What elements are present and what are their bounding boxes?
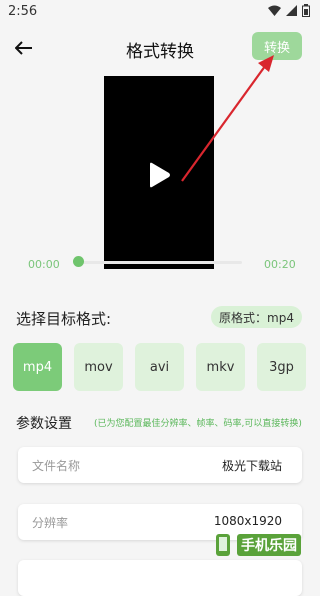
format-option-mp4[interactable]: mp4 bbox=[13, 343, 62, 391]
format-option-3gp[interactable]: 3gp bbox=[257, 343, 306, 391]
seek-bar[interactable] bbox=[78, 261, 242, 264]
status-bar: 2:56 bbox=[0, 0, 320, 24]
status-time: 2:56 bbox=[8, 4, 38, 19]
watermark-logo: 手机乐园 bbox=[212, 530, 310, 560]
params-hint: (已为您配置最佳分辨率、帧率、码率,可以直接转换) bbox=[94, 419, 302, 429]
duration-time: 00:20 bbox=[264, 258, 296, 271]
params-section-label: 参数设置 bbox=[16, 416, 72, 432]
format-option-mov[interactable]: mov bbox=[74, 343, 123, 391]
original-format-badge: 原格式：mp4 bbox=[211, 306, 302, 328]
format-options: mp4 mov avi mkv 3gp bbox=[13, 343, 306, 391]
play-icon[interactable] bbox=[147, 162, 171, 188]
resolution-label: 分辨率 bbox=[32, 516, 69, 530]
status-icons bbox=[268, 4, 310, 17]
phone-logo-icon bbox=[216, 534, 230, 556]
filename-field[interactable]: 文件名称 极光下载站 bbox=[18, 447, 302, 483]
convert-button[interactable]: 转换 bbox=[252, 32, 302, 60]
format-option-mkv[interactable]: mkv bbox=[196, 343, 245, 391]
signal-icon bbox=[286, 5, 297, 16]
filename-label: 文件名称 bbox=[32, 459, 81, 473]
header: 格式转换 转换 bbox=[0, 28, 320, 68]
filename-value[interactable]: 极光下载站 bbox=[222, 457, 282, 474]
watermark-text: 手机乐园 bbox=[237, 534, 301, 556]
resolution-value[interactable]: 1080x1920 bbox=[214, 514, 282, 528]
format-section-label: 选择目标格式: bbox=[16, 310, 112, 328]
current-time: 00:00 bbox=[28, 258, 60, 271]
seek-thumb[interactable] bbox=[73, 256, 84, 267]
video-preview[interactable] bbox=[104, 76, 214, 269]
battery-icon bbox=[302, 4, 310, 17]
format-option-avi[interactable]: avi bbox=[135, 343, 184, 391]
wifi-icon bbox=[268, 5, 281, 16]
next-field[interactable] bbox=[18, 560, 302, 596]
